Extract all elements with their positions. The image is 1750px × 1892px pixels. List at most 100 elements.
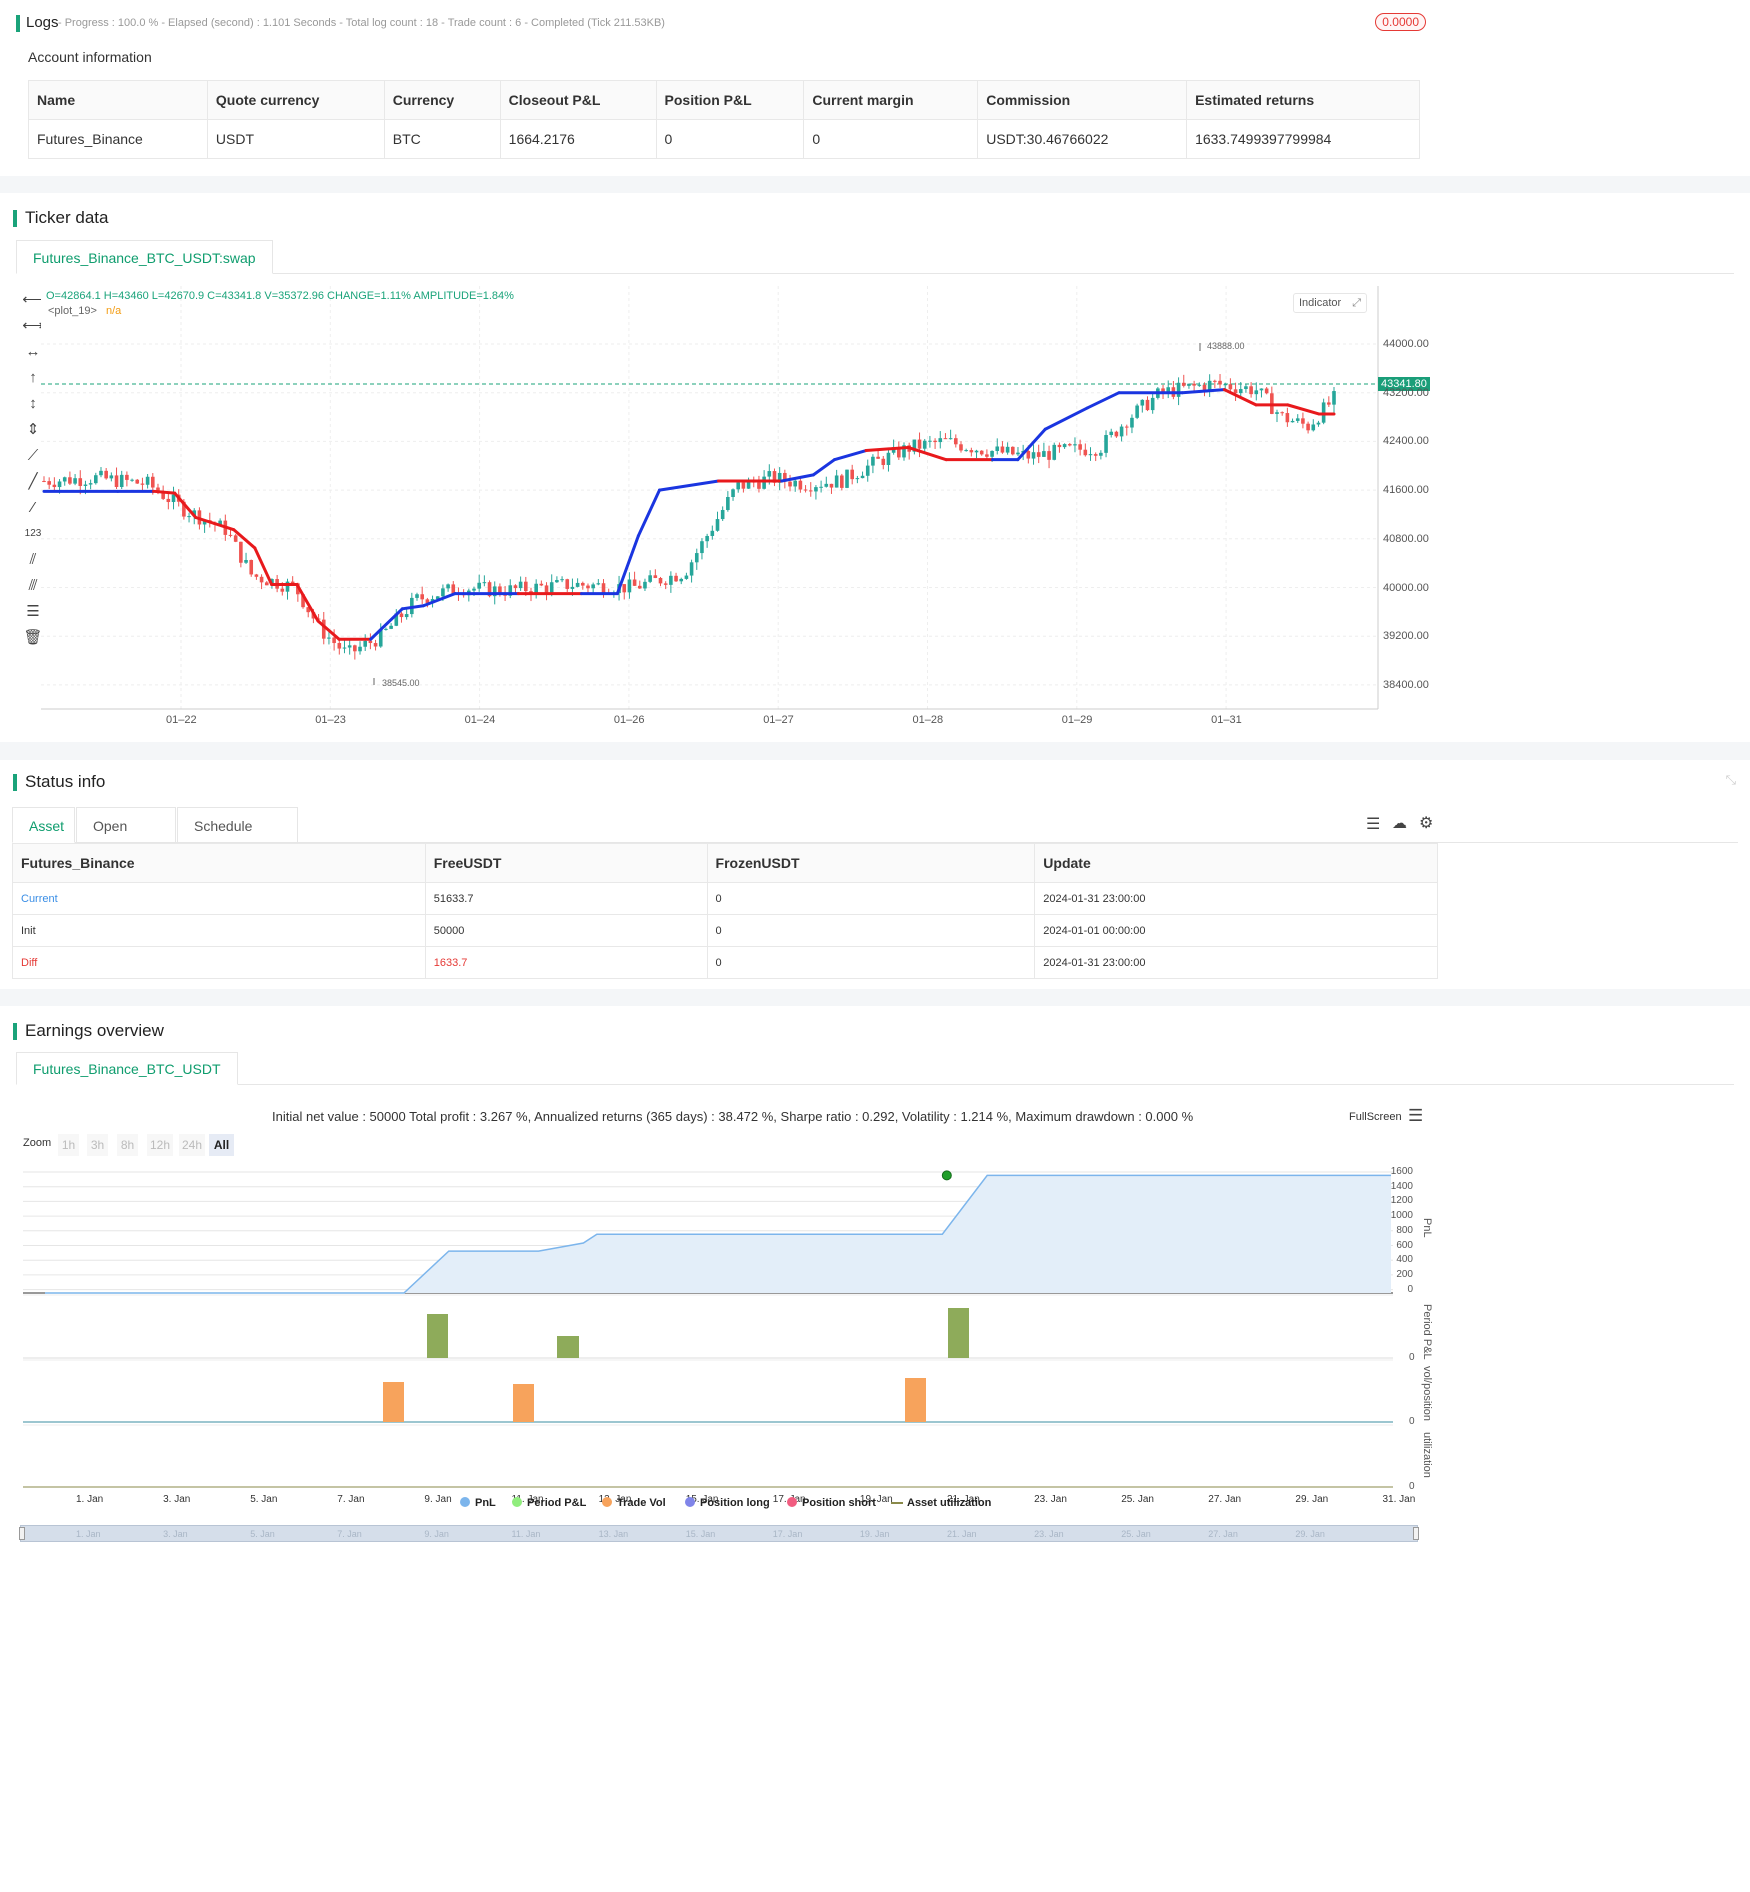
period-pnl-bar: [427, 1314, 448, 1358]
candle-body: [1275, 412, 1279, 414]
asset-cell: 50000: [424, 914, 708, 947]
candle-body: [1311, 424, 1316, 431]
price-axis-tick: 43200.00: [1383, 386, 1429, 399]
logs-panel: Logs - Progress : 100.0 % - Elapsed (sec…: [0, 0, 1750, 176]
candle-body: [1057, 444, 1062, 448]
time-axis-tick: 01–29: [1061, 714, 1093, 726]
account-header-cell: Position P&L: [655, 80, 805, 120]
candle-body: [1114, 431, 1119, 437]
legend-item[interactable]: Trade Vol: [602, 1497, 666, 1509]
tab-open-orders[interactable]: Open orders: [76, 807, 176, 870]
time-axis-tick: 01–23: [315, 714, 346, 726]
tab-earnings-symbol[interactable]: Futures_Binance_BTC_USDT: [16, 1052, 238, 1085]
candle-body: [171, 494, 176, 503]
candle-body: [1301, 418, 1305, 424]
candle-body: [399, 613, 404, 618]
candle-body: [959, 444, 963, 451]
candle-body: [1093, 454, 1098, 456]
candle-body: [824, 483, 829, 487]
candle-body: [684, 575, 689, 579]
candle-body: [482, 582, 487, 584]
candle-body: [762, 476, 766, 489]
candle-body: [135, 479, 140, 484]
candle-body: [472, 588, 476, 591]
pnl-axis-tick: 400: [1396, 1254, 1413, 1266]
navigator-tick: 9. Jan: [424, 1529, 449, 1539]
legend-item[interactable]: PnL: [460, 1497, 496, 1509]
candle-body: [1000, 446, 1005, 453]
candle-body: [280, 588, 285, 592]
tab-asset[interactable]: Asset: [12, 807, 75, 843]
candle-body: [845, 469, 849, 488]
candle-body: [358, 646, 362, 652]
settings-gear-icon[interactable]: ⚙: [1419, 813, 1433, 833]
navigator-tick: 29. Jan: [1295, 1529, 1325, 1539]
navigator-handle-right[interactable]: [1413, 1527, 1419, 1540]
candle-body: [840, 475, 844, 488]
candle-body: [420, 594, 424, 600]
expand-icon[interactable]: ⤢: [1352, 294, 1361, 312]
asset-cell: 2024-01-01 00:00:00: [1034, 914, 1438, 947]
cloud-download-icon[interactable]: ☁: [1392, 814, 1407, 832]
candle-body: [1332, 391, 1336, 405]
navigator-handle-left[interactable]: [19, 1527, 25, 1540]
account-cell: 0: [803, 119, 979, 159]
asset-row-label[interactable]: Current: [12, 882, 426, 915]
candle-body: [1233, 389, 1238, 394]
chart-menu-icon[interactable]: ☰: [1408, 1106, 1423, 1126]
candle-body: [1016, 452, 1020, 455]
navigator-tick: 13. Jan: [598, 1529, 629, 1539]
menu-icon[interactable]: ☰: [1366, 814, 1380, 834]
candle-body: [1244, 386, 1248, 390]
trailing-stop-line: [152, 489, 177, 495]
legend-item[interactable]: Period P&L: [512, 1497, 586, 1509]
legend-item[interactable]: Asset utilization: [891, 1497, 991, 1509]
candle-body: [477, 582, 481, 589]
legend-item[interactable]: Position short: [787, 1497, 876, 1509]
tab-schedule-orders[interactable]: Schedule orders: [177, 807, 298, 870]
candle-body: [441, 588, 445, 597]
indicator-button[interactable]: Indicator ⤢: [1293, 293, 1367, 313]
candle-body: [1223, 384, 1228, 386]
asset-header-cell: FrozenUSDT: [706, 843, 1036, 883]
candle-body: [104, 470, 108, 479]
candle-body: [669, 575, 673, 585]
candle-body: [803, 489, 808, 491]
candle-body: [1052, 444, 1057, 460]
candle-body: [700, 541, 704, 554]
legend-label: Trade Vol: [617, 1497, 666, 1509]
candle-body: [239, 541, 243, 563]
account-cell: USDT:30.46766022: [977, 119, 1188, 159]
candle-body: [1130, 417, 1134, 428]
candle-body: [1067, 444, 1072, 446]
status-panel: Status info ⤡ Asset Open orders Schedule…: [0, 760, 1750, 989]
candle-body: [1290, 420, 1295, 423]
price-axis-tick: 41600.00: [1383, 484, 1429, 497]
navigator-tick: 17. Jan: [772, 1529, 803, 1539]
account-title: Account information: [28, 49, 152, 65]
asset-cell: 2024-01-31 23:00:00: [1034, 882, 1438, 915]
legend-item[interactable]: Position long: [685, 1497, 770, 1509]
asset-row-label: Diff: [12, 946, 426, 979]
pnl-axis-tick: 1000: [1390, 1210, 1413, 1222]
candle-body: [62, 477, 67, 482]
candle-body: [1254, 390, 1259, 395]
zero-tick: 0: [1409, 1352, 1415, 1363]
candle-body: [1218, 380, 1222, 385]
candle-body: [1135, 405, 1139, 418]
plot-label: <plot_19>: [48, 305, 97, 317]
candle-body: [94, 475, 98, 484]
candle-body: [850, 469, 854, 480]
navigator-tick: 19. Jan: [859, 1529, 890, 1539]
legend-label: Asset utilization: [907, 1497, 992, 1509]
candle-body: [793, 480, 798, 487]
candle-body: [254, 574, 259, 577]
candlestick-chart[interactable]: [0, 193, 1750, 742]
fullscreen-button[interactable]: FullScreen: [1349, 1111, 1402, 1123]
earnings-chart[interactable]: [0, 1150, 1750, 1550]
candle-body: [1176, 382, 1181, 397]
candle-body: [814, 487, 818, 492]
collapse-icon[interactable]: ⤡: [1726, 772, 1736, 788]
candle-body: [1088, 454, 1093, 456]
legend-dot-icon: [685, 1497, 695, 1507]
